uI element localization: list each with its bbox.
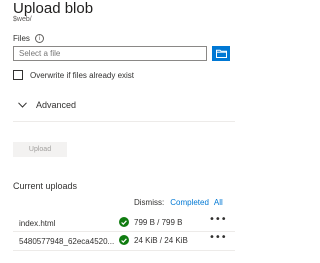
advanced-label: Advanced <box>36 100 77 110</box>
info-icon[interactable]: i <box>34 34 44 43</box>
page-title: Upload blob <box>13 0 94 17</box>
file-select-input[interactable] <box>13 46 207 61</box>
upload-status: 24 KiB / 24 KiB <box>119 235 188 245</box>
upload-button[interactable]: Upload <box>13 142 67 157</box>
overwrite-label: Overwrite if files already exist <box>30 70 135 80</box>
advanced-toggle[interactable]: Advanced <box>18 100 76 110</box>
overwrite-checkbox-row[interactable]: Overwrite if files already exist <box>13 70 134 80</box>
section-divider <box>13 121 235 122</box>
upload-row: 5480577948_62eca4520... 24 KiB / 24 KiB … <box>13 232 235 251</box>
page-subtitle: $web/ <box>13 16 32 23</box>
files-label-text: Files <box>13 34 30 43</box>
check-circle-icon <box>119 235 129 245</box>
current-uploads-heading: Current uploads <box>13 181 78 191</box>
upload-file-name: index.html <box>19 219 56 228</box>
overwrite-checkbox[interactable] <box>13 70 23 80</box>
check-circle-icon <box>119 217 129 227</box>
folder-icon <box>215 49 227 58</box>
upload-status-text: 24 KiB / 24 KiB <box>134 235 188 245</box>
more-icon[interactable]: ••• <box>209 214 227 225</box>
dismiss-controls: Dismiss: Completed All <box>134 198 223 207</box>
upload-status-text: 799 B / 799 B <box>134 217 183 227</box>
chevron-down-icon <box>18 100 27 110</box>
files-label: Files i <box>13 34 44 43</box>
dismiss-completed-link[interactable]: Completed <box>170 198 209 207</box>
more-icon[interactable]: ••• <box>209 232 227 243</box>
dismiss-label: Dismiss: <box>134 198 165 207</box>
row-divider <box>13 250 235 251</box>
upload-blob-panel: Upload blob $web/ Files i Overwrite if f… <box>0 0 248 263</box>
upload-status: 799 B / 799 B <box>119 217 182 227</box>
upload-file-name: 5480577948_62eca4520... <box>19 237 115 246</box>
browse-files-button[interactable] <box>212 46 230 61</box>
dismiss-all-link[interactable]: All <box>214 198 223 207</box>
